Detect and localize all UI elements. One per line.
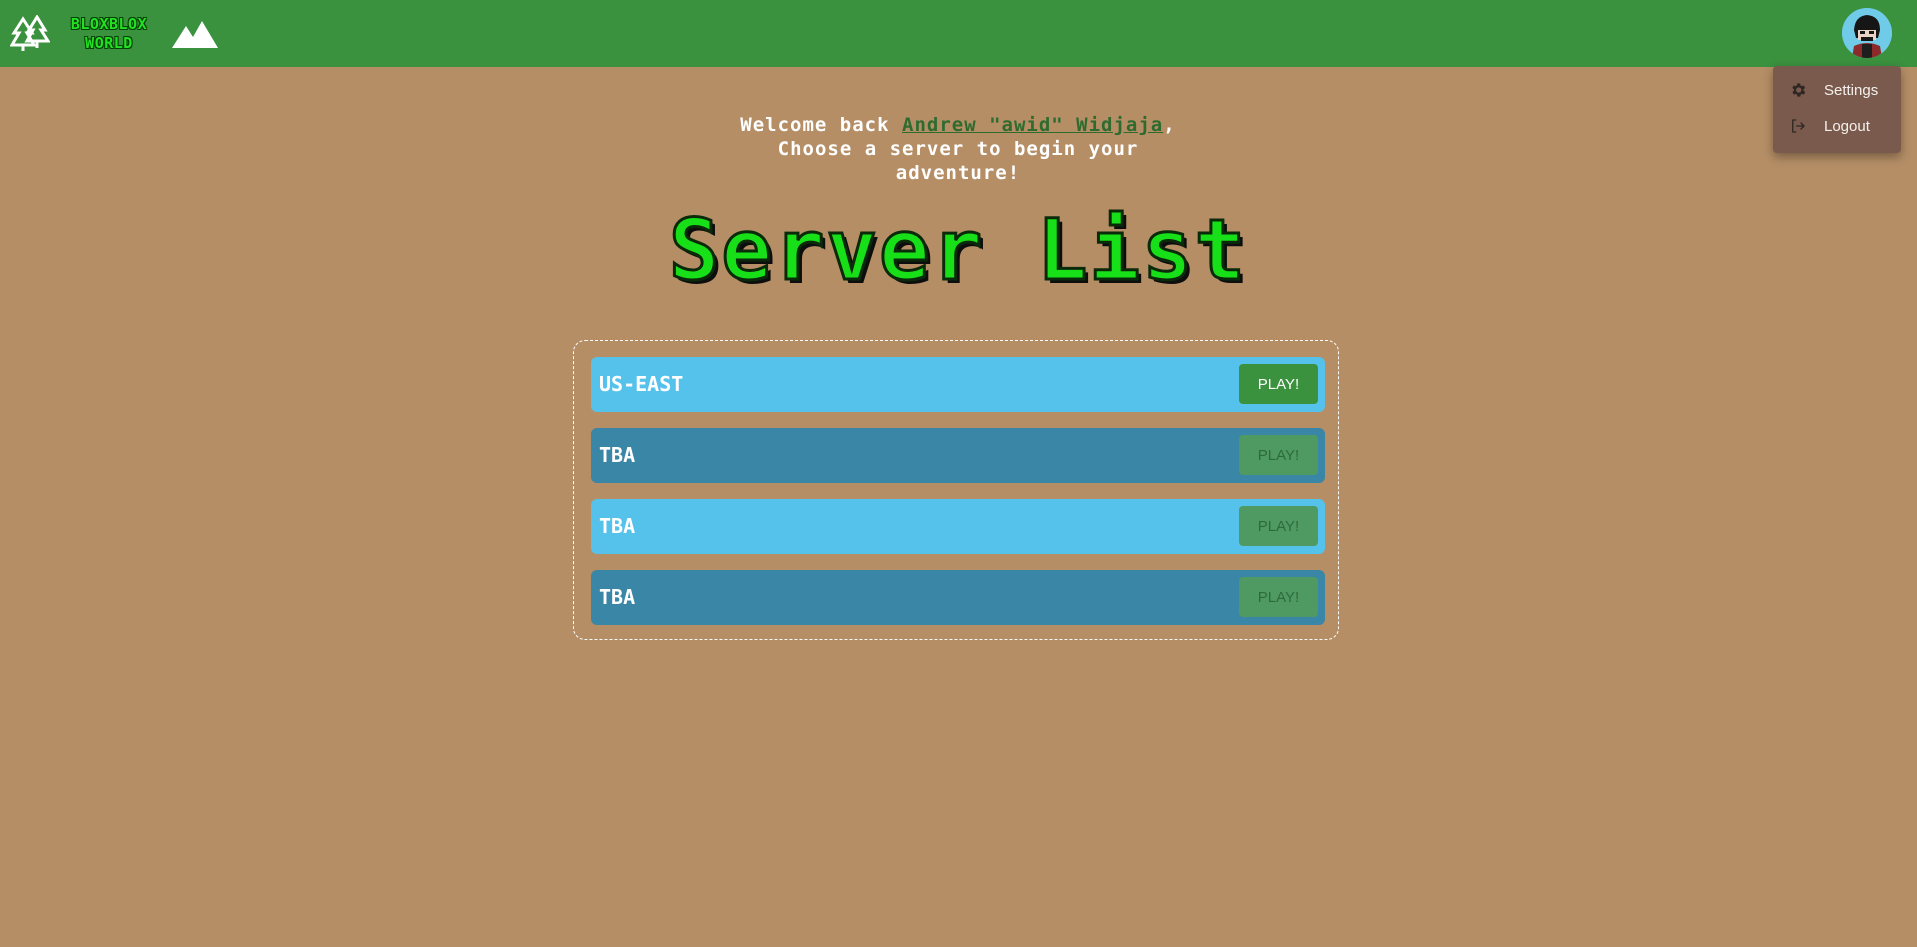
play-button-disabled: PLAY! — [1239, 506, 1318, 546]
play-button-disabled: PLAY! — [1239, 435, 1318, 475]
play-button-disabled: PLAY! — [1239, 577, 1318, 617]
server-row: TBA PLAY! — [591, 570, 1325, 625]
server-row: US-EAST PLAY! — [591, 357, 1325, 412]
user-avatar[interactable] — [1842, 8, 1892, 58]
trees-icon — [10, 15, 50, 51]
server-name: TBA — [599, 443, 636, 467]
logo-text: BLOXBLOX WORLD — [60, 15, 158, 53]
welcome-line3: adventure! — [895, 162, 1021, 184]
server-name: US-EAST — [599, 372, 684, 396]
logo[interactable]: BLOXBLOX WORLD — [10, 10, 218, 58]
settings-menu-item[interactable]: Settings — [1773, 73, 1901, 107]
welcome-suffix: , — [1163, 114, 1176, 136]
top-navbar: BLOXBLOX WORLD — [0, 0, 1917, 67]
welcome-line2: Choose a server to begin your — [777, 138, 1139, 160]
logout-menu-item[interactable]: Logout — [1773, 109, 1901, 143]
logo-line2: WORLD — [85, 34, 133, 52]
username-link[interactable]: Andrew "awid" Widjaja — [902, 114, 1163, 136]
server-row: TBA PLAY! — [591, 499, 1325, 554]
server-row: TBA PLAY! — [591, 428, 1325, 483]
mountain-icon — [172, 21, 218, 48]
logo-line1: BLOXBLOX — [70, 15, 148, 33]
server-name: TBA — [599, 585, 636, 609]
welcome-message: Welcome back Andrew "awid" Widjaja, Choo… — [558, 113, 1358, 185]
gear-icon — [1792, 83, 1806, 97]
user-menu-dropdown: Settings Logout — [1773, 66, 1901, 153]
page-title: Server List — [667, 200, 1248, 301]
server-list: US-EAST PLAY! TBA PLAY! TBA PLAY! TBA PL… — [573, 340, 1339, 640]
server-name: TBA — [599, 514, 636, 538]
welcome-prefix: Welcome back — [740, 114, 903, 136]
play-button[interactable]: PLAY! — [1239, 364, 1318, 404]
welcome-line1: Welcome back Andrew "awid" Widjaja, — [558, 113, 1358, 137]
logout-label: Logout — [1824, 117, 1870, 135]
avatar-image — [1842, 8, 1892, 58]
settings-label: Settings — [1824, 81, 1879, 99]
logout-icon — [1792, 119, 1805, 133]
